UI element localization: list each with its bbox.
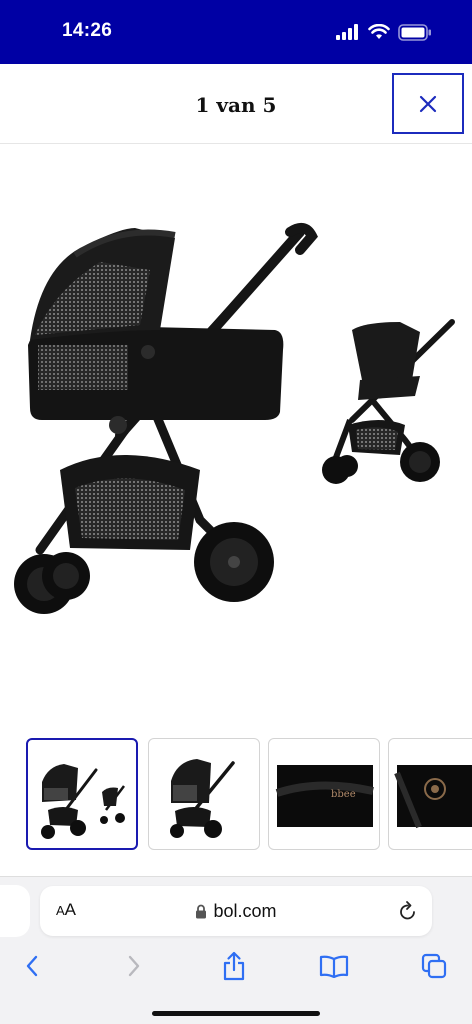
thumbnail-emblem-closeup-image (394, 765, 472, 829)
forward-icon (128, 955, 140, 977)
thumbnail-pram-and-seat-image (41, 764, 125, 839)
share-icon (223, 951, 245, 981)
wifi-icon (368, 24, 390, 39)
previous-tab-preview[interactable] (0, 885, 30, 937)
reload-button[interactable] (398, 900, 418, 927)
battery-icon (398, 23, 431, 41)
tabs-button[interactable] (416, 951, 452, 981)
thumbnail-strip[interactable]: bbee (0, 736, 472, 852)
large-pram (14, 222, 318, 614)
pram-illustration (14, 222, 455, 614)
back-icon (26, 955, 38, 977)
close-button[interactable] (392, 73, 464, 134)
gallery-header: 1 van 5 (0, 64, 472, 144)
bookmarks-icon (319, 955, 349, 978)
close-icon (419, 95, 437, 112)
thumbnail-1[interactable] (26, 738, 138, 850)
thumbnail-2[interactable] (148, 738, 260, 850)
safari-toolbar: AA bol.com (0, 876, 472, 1024)
lock-icon (196, 904, 207, 919)
thumbnail-4[interactable] (388, 738, 472, 850)
back-button[interactable] (14, 951, 50, 981)
home-indicator (152, 1011, 320, 1016)
reload-icon (400, 901, 415, 920)
small-pram (322, 319, 455, 484)
tabs-icon (421, 953, 447, 979)
address-bar[interactable]: AA bol.com (40, 886, 432, 936)
share-button[interactable] (216, 951, 252, 981)
thumbnail-logo-closeup-image: bbee (275, 765, 374, 827)
thumbnail-logo-text: bbee (331, 789, 356, 800)
status-time: 14:26 (62, 20, 113, 41)
status-icons (336, 22, 432, 42)
url-display[interactable]: bol.com (40, 901, 432, 922)
bookmarks-button[interactable] (316, 951, 352, 981)
status-bar: 14:26 (0, 0, 472, 64)
thumbnail-pram-carrycot-image (170, 759, 235, 838)
forward-button[interactable] (116, 951, 152, 981)
product-main-image[interactable] (0, 160, 472, 700)
cellular-signal-icon (336, 24, 358, 40)
thumbnail-3[interactable]: bbee (268, 738, 380, 850)
url-text: bol.com (213, 901, 277, 921)
